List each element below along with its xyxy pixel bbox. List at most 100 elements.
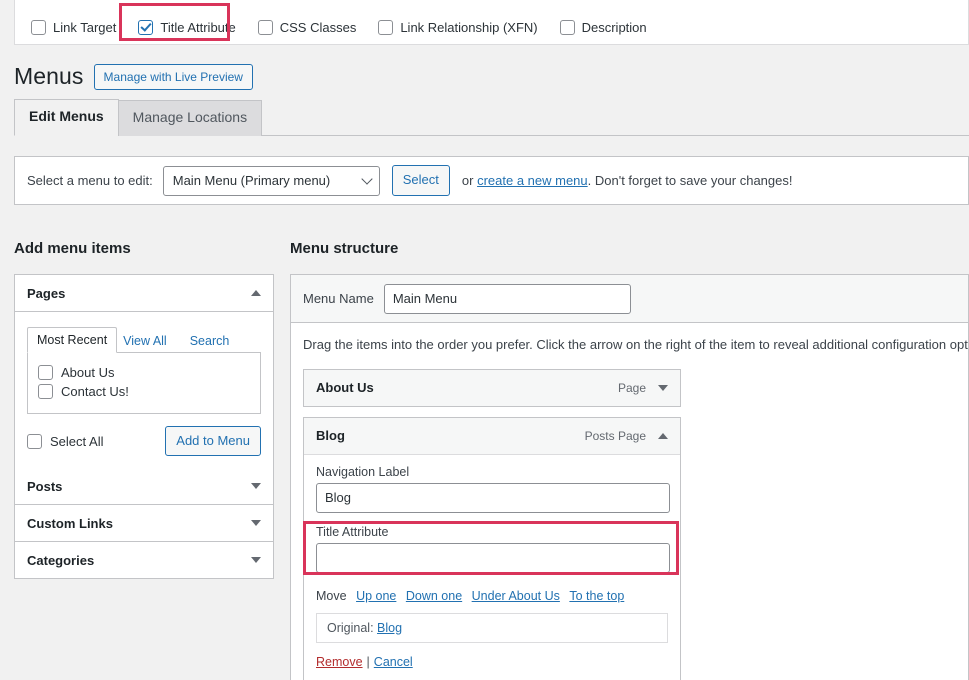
select-all-label: Select All [50,433,104,449]
pages-inner-tabs: Most Recent View All Search [27,326,261,353]
advanced-menu-properties-row: Link Target Title Attribute CSS Classes … [31,20,669,35]
field-title-attribute: Title Attribute [312,519,670,581]
remove-link[interactable]: Remove [316,655,363,669]
tab-edit-menus[interactable]: Edit Menus [14,99,119,136]
select-menu-label: Select a menu to edit: [27,173,153,188]
create-a-new-menu-link[interactable]: create a new menu [477,173,588,188]
checkbox-label: Title Attribute [160,20,236,35]
link-target-checkbox-icon[interactable] [31,20,46,35]
add-menu-items-heading: Add menu items [14,240,131,257]
chevron-down-icon [361,172,373,185]
description-checkbox-icon[interactable] [559,20,575,35]
checkbox-label: Link Target [53,20,117,35]
chevron-down-icon[interactable] [658,384,668,391]
menu-item-blog[interactable]: Blog Posts Page Navigation Label Title A… [303,416,681,680]
separator: | [366,654,370,669]
inner-tab-view-all[interactable]: View All [123,329,176,353]
menu-item-type: Page [617,380,646,395]
field-label: Navigation Label [316,464,410,479]
checkbox-link-target[interactable]: Link Target [31,20,116,35]
page-checkbox-icon[interactable] [38,365,53,380]
accordion-header-categories[interactable]: Categories [15,542,273,579]
list-item[interactable]: Contact Us! [38,382,250,401]
menu-select-value: Main Menu (Primary menu) [172,173,331,188]
chevron-up-icon[interactable] [658,432,668,439]
select-all-checkbox-icon[interactable] [27,433,42,449]
link-relationship-checkbox-icon[interactable] [378,20,394,35]
menu-name-label: Menu Name [303,291,374,306]
navigation-label-input[interactable] [316,482,670,513]
move-under-about-us-link[interactable]: Under About Us [472,589,560,603]
accordion-header-pages[interactable]: Pages [15,275,273,312]
original-label: Original: [327,620,374,635]
field-label: Title Attribute [316,524,389,539]
menu-name-input[interactable] [383,283,631,314]
chevron-up-icon[interactable] [251,290,261,296]
menu-item-settings: Navigation Label Title Attribute Move Up… [304,453,680,680]
list-item-label: About Us [61,365,115,380]
pages-footer: Select All Add to Menu [27,414,261,457]
checkbox-label: CSS Classes [279,20,357,35]
menu-item-about-us[interactable]: About Us Page [303,368,681,407]
checkbox-link-relationship[interactable]: Link Relationship (XFN) [378,20,538,35]
page-header: Menus Manage with Live Preview [14,62,253,92]
select-button[interactable]: Select [391,165,450,196]
menu-select-dropdown[interactable]: Main Menu (Primary menu) [162,165,380,196]
chevron-down-icon[interactable] [251,520,261,527]
title-attribute-checkbox-icon[interactable] [138,20,154,35]
accordion-title: Custom Links [27,515,113,531]
css-classes-checkbox-icon[interactable] [257,20,273,35]
cancel-link[interactable]: Cancel [374,655,413,669]
menu-name-bar: Menu Name [290,274,969,322]
title-attribute-input[interactable] [316,542,670,573]
original-value-link[interactable]: Blog [377,621,402,635]
page-checkbox-icon[interactable] [38,384,53,399]
move-row: Move Up one Down one Under About Us To t… [316,589,668,603]
checkbox-title-attribute[interactable]: Title Attribute [138,20,236,35]
screen-options-panel: Link Target Title Attribute CSS Classes … [14,0,969,45]
original-row: Original: Blog [316,612,668,643]
accordion-title: Posts [27,478,63,494]
chevron-down-icon[interactable] [251,483,261,490]
checkbox-description[interactable]: Description [559,20,647,35]
inner-tab-most-recent[interactable]: Most Recent [27,327,118,353]
accordion-title: Categories [27,552,95,568]
move-to-the-top-link[interactable]: To the top [569,589,624,603]
accordion-header-posts[interactable]: Posts [15,468,273,506]
move-down-one-link[interactable]: Down one [406,589,462,603]
drag-items-hint: Drag the items into the order you prefer… [303,337,969,352]
menu-item-header[interactable]: About Us Page [304,370,680,406]
move-label: Move [316,588,347,603]
page-title: Menus [14,63,84,89]
menu-item-title: Blog [316,428,345,443]
chevron-down-icon[interactable] [251,557,261,564]
manage-with-live-preview-button[interactable]: Manage with Live Preview [93,63,253,91]
accordion-body-pages: Most Recent View All Search About Us Con… [15,312,273,468]
menu-item-type: Posts Page [584,428,646,443]
accordion-title: Pages [27,285,66,301]
tab-manage-locations[interactable]: Manage Locations [117,100,263,136]
menu-item-title: About Us [316,380,374,395]
move-up-one-link[interactable]: Up one [356,589,396,603]
list-item[interactable]: About Us [38,363,250,382]
field-navigation-label: Navigation Label [316,464,670,513]
accordion-header-custom-links[interactable]: Custom Links [15,505,273,543]
menu-item-meta: Page [618,381,668,395]
inner-tab-search[interactable]: Search [190,329,239,353]
select-all-row[interactable]: Select All [27,432,103,451]
or-text: or [461,173,474,188]
remove-cancel-row: Remove | Cancel [316,655,668,669]
menu-structure-body: Drag the items into the order you prefer… [290,322,969,680]
create-menu-sentence: or create a new menu. Don't forget to sa… [462,173,793,188]
select-menu-bar: Select a menu to edit: Main Menu (Primar… [14,156,969,205]
add-to-menu-button[interactable]: Add to Menu [165,426,261,457]
checkbox-label: Description [581,20,647,35]
menu-item-header[interactable]: Blog Posts Page [304,418,680,454]
pages-list: About Us Contact Us! [27,353,261,414]
menu-item-meta: Posts Page [585,429,668,443]
menu-tabs: Edit Menus Manage Locations [14,99,969,136]
add-menu-items-accordion: Pages Most Recent View All Search About … [14,274,274,580]
save-reminder-text: . Don't forget to save your changes! [587,173,793,188]
checkbox-css-classes[interactable]: CSS Classes [257,20,357,35]
list-item-label: Contact Us! [61,384,129,399]
